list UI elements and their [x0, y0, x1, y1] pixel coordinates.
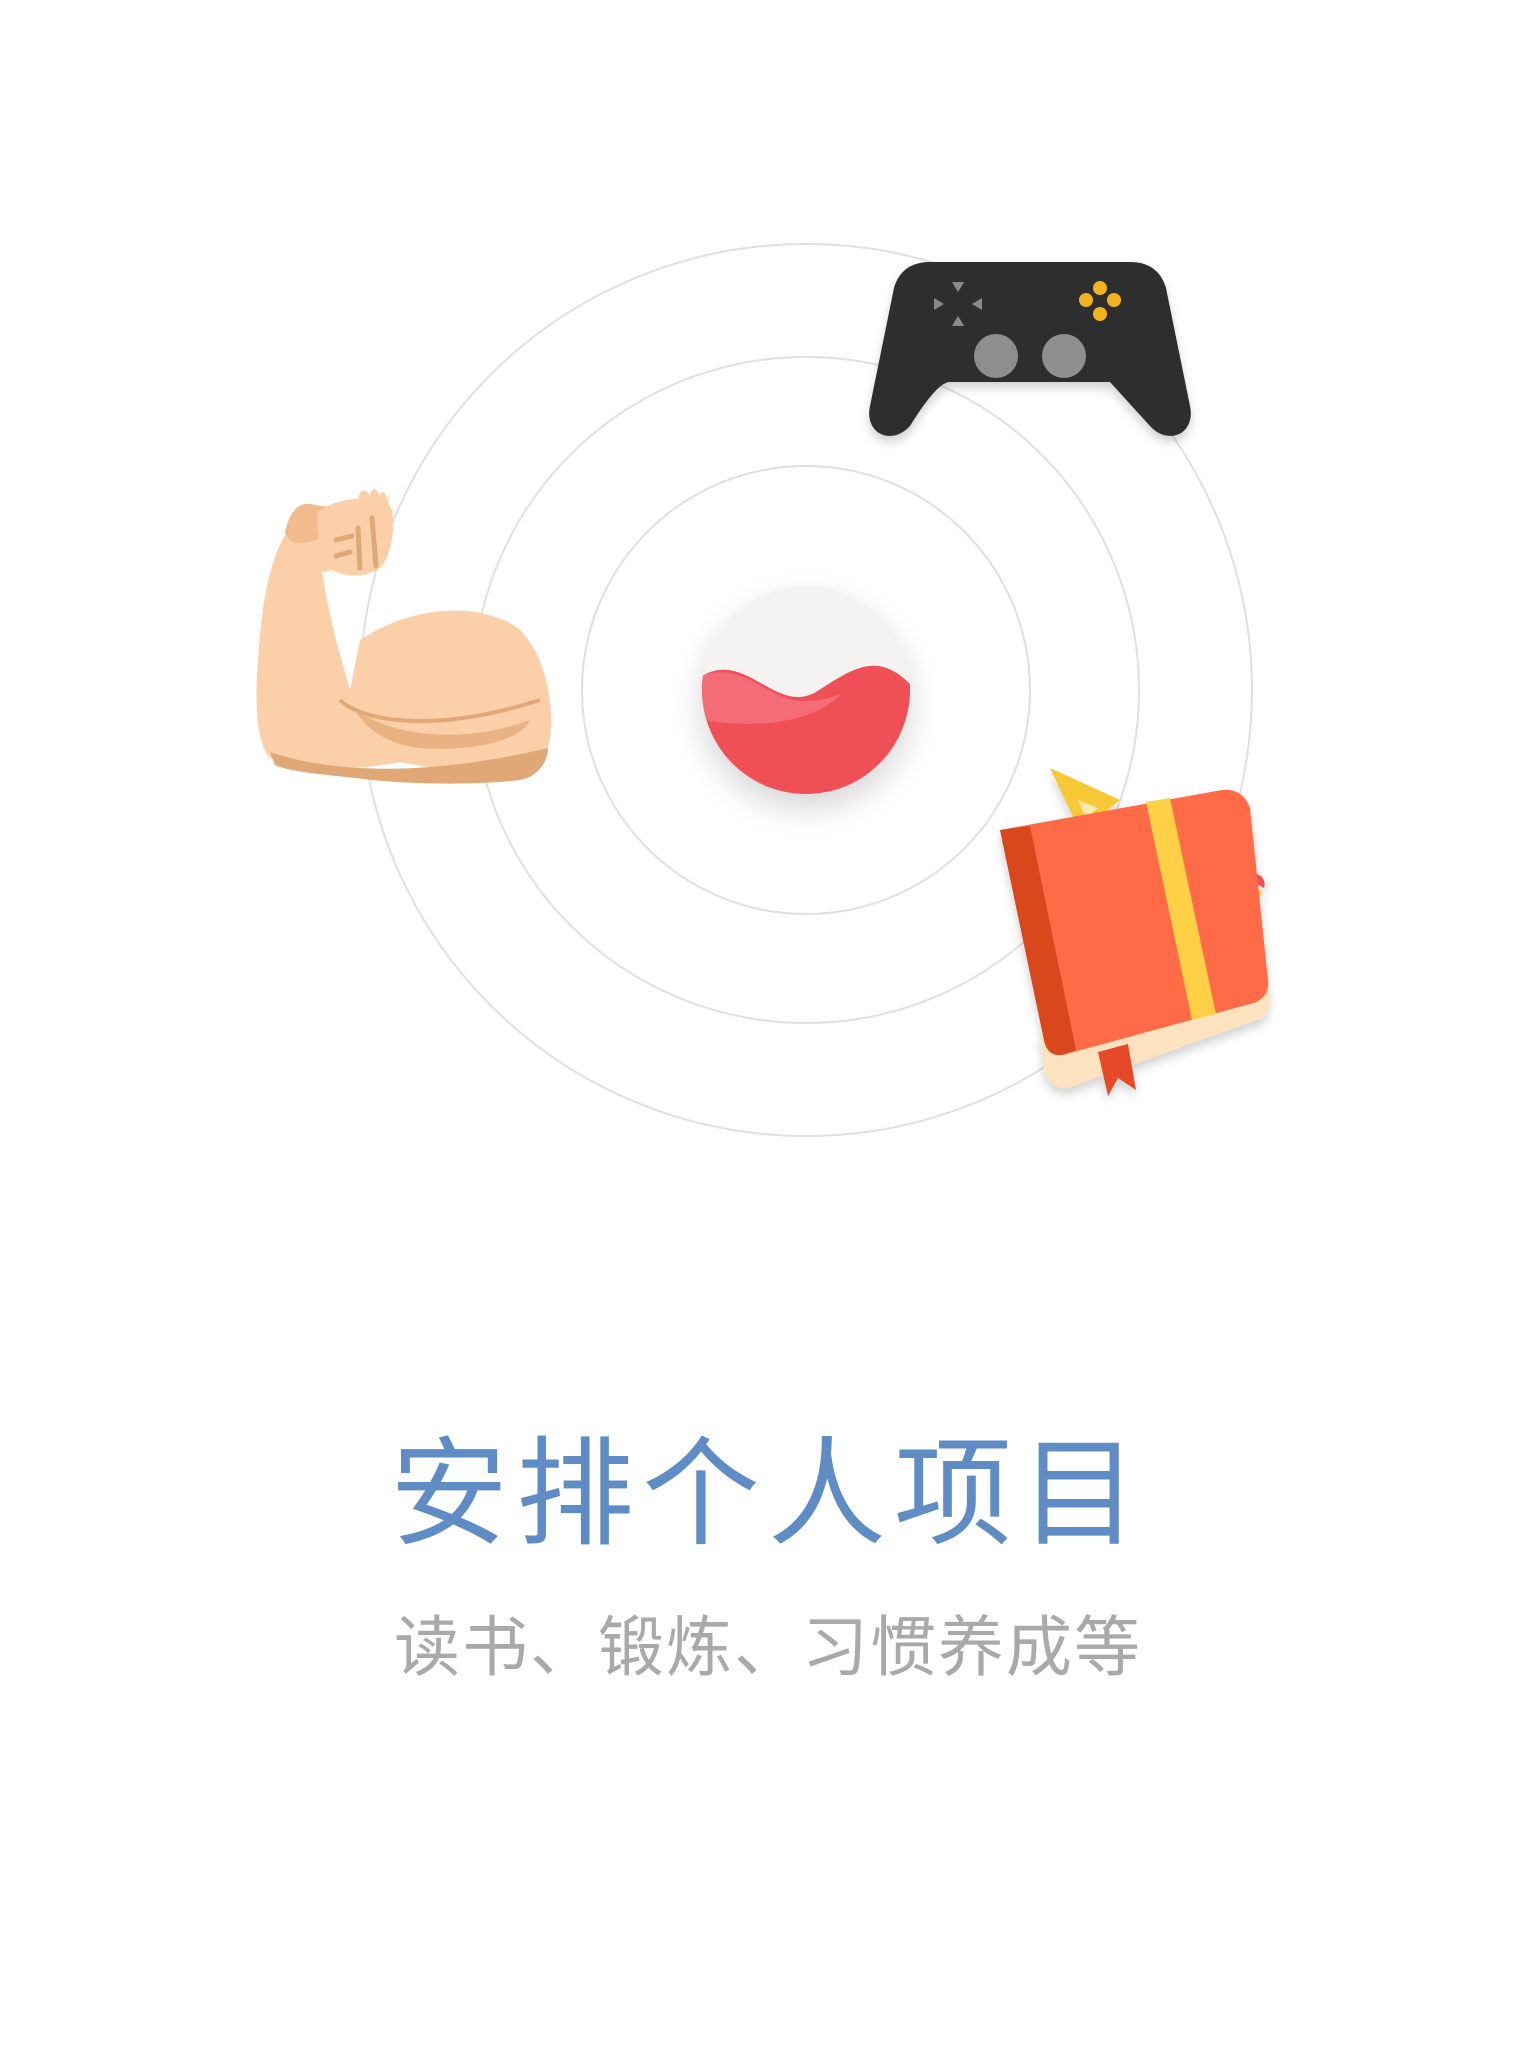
gamepad-icon: [869, 262, 1191, 436]
onboarding-title: 安排个人项目: [389, 1425, 1146, 1563]
notebook-icon: [1000, 768, 1270, 1096]
onboarding-subtitle: 读书、锻炼、习惯养成等: [394, 1609, 1142, 1686]
app-logo-icon: [702, 586, 910, 794]
flexed-arm-icon: [256, 489, 552, 784]
onboarding-illustration: [0, 0, 1536, 1200]
